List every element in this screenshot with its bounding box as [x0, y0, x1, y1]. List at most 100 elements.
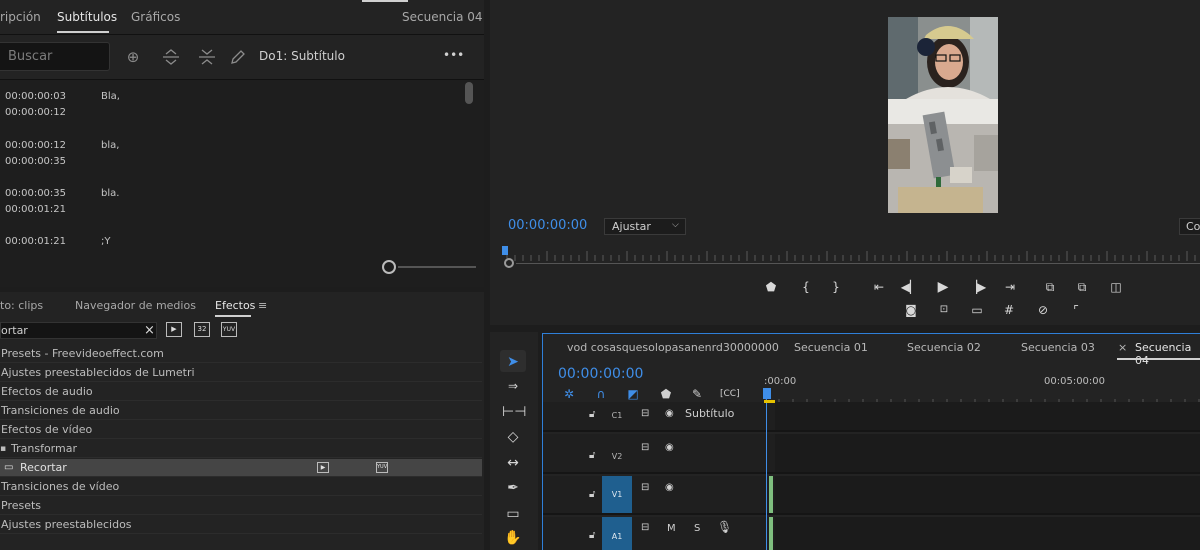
slip-tool-icon[interactable]: ↔ — [502, 453, 524, 473]
work-area-bar[interactable] — [764, 400, 775, 403]
proxy-toggle-icon[interactable]: ⌜ — [1066, 301, 1086, 319]
multi-camera-icon[interactable]: ⊘ — [1033, 301, 1053, 319]
step-back-icon[interactable]: ◀▏ — [900, 278, 920, 296]
effect-crop[interactable]: ▭ Recortar ▶ YUV — [0, 459, 482, 477]
timeline-playhead[interactable] — [766, 389, 767, 550]
tab-effects[interactable]: Efectos — [215, 299, 255, 312]
effects-folder-video-effects[interactable]: Efectos de vídeo — [0, 421, 482, 439]
monitor-zoom-handle[interactable] — [504, 258, 514, 268]
effects-folder-audio-effects[interactable]: Efectos de audio — [0, 383, 482, 401]
effects-folder-presets-default[interactable]: Ajustes preestablecidos — [0, 516, 482, 534]
tab-graphics[interactable]: Gráficos — [131, 10, 180, 24]
mark-in-icon[interactable]: { — [796, 278, 816, 296]
track-a1-lane[interactable] — [775, 517, 1200, 550]
toggle-output-icon[interactable]: ⊟ — [641, 441, 649, 455]
caption-text[interactable]: bla, — [101, 137, 119, 154]
32bit-effects-icon[interactable]: 32 — [194, 322, 210, 337]
captions-search-input[interactable]: Buscar — [0, 42, 110, 71]
yuv-effects-icon[interactable]: YUV — [221, 322, 237, 337]
clear-search-icon[interactable]: × — [144, 323, 155, 338]
lock-icon[interactable]: 🔓︎ — [589, 488, 595, 502]
solo-button[interactable]: S — [694, 522, 700, 536]
toggle-output-icon[interactable]: ⊟ — [641, 407, 649, 421]
lock-icon[interactable]: 🔓︎ — [589, 449, 595, 463]
eye-icon[interactable]: ◉ — [665, 407, 674, 421]
add-marker-timeline-icon[interactable]: ⬟ — [658, 386, 674, 402]
eye-icon[interactable]: ◉ — [665, 441, 674, 455]
linked-selection-icon[interactable]: ◩ — [625, 386, 641, 402]
toggle-sync-lock-icon[interactable]: ⊟ — [641, 521, 649, 535]
export-frame-icon[interactable]: ◙ — [901, 301, 921, 319]
tab-media-browser[interactable]: Navegador de medios — [75, 299, 196, 312]
monitor-scrub-bar[interactable] — [516, 263, 1200, 264]
add-marker-icon[interactable]: ⬟ — [761, 278, 781, 296]
effects-folder-lumetri-presets[interactable]: Ajustes preestablecidos de Lumetri — [0, 364, 482, 382]
step-forward-icon[interactable]: ▕▶ — [967, 278, 987, 296]
go-to-out-icon[interactable]: ⇥ — [1000, 278, 1020, 296]
timeline-timecode[interactable]: 00:00:00:00 — [558, 366, 643, 382]
toggle-output-icon[interactable]: ⊟ — [641, 481, 649, 495]
hand-tool-icon[interactable]: ✋ — [502, 528, 524, 548]
caption-text[interactable]: bla. — [101, 185, 119, 202]
accelerated-effects-icon[interactable]: ▶ — [166, 322, 182, 337]
timeline-ruler[interactable] — [764, 388, 1200, 403]
caption-list-scrollbar[interactable] — [465, 82, 473, 104]
tab-sequence-vod[interactable]: vod cosasquesolopasanenrd30000000 — [567, 341, 779, 354]
caption-row[interactable]: 00:00:00:12 00:00:00:35 bla, — [0, 137, 460, 185]
effects-folder-presets-freevideoeffect[interactable]: Presets - Freevideoeffect.com — [0, 345, 482, 363]
captions-display-icon[interactable]: [CC] — [720, 386, 740, 402]
track-c1-lane[interactable] — [775, 402, 1200, 430]
comparison-view-icon[interactable]: ◫ — [1106, 278, 1126, 296]
effects-search-input[interactable]: ortar — [0, 322, 157, 339]
caption-row[interactable]: 00:00:01:21 ;Y — [0, 233, 460, 281]
chevron-down-icon[interactable]: ⌵ — [672, 220, 679, 230]
track-v1-name[interactable]: V1 — [602, 476, 632, 513]
nest-sequence-icon[interactable]: ✲ — [561, 386, 577, 402]
monitor-playhead-marker[interactable] — [502, 246, 508, 255]
resolution-dropdown[interactable]: Co — [1179, 218, 1200, 235]
effects-folder-presets[interactable]: Presets — [0, 497, 482, 515]
track-a1-name[interactable]: A1 — [602, 517, 632, 550]
add-caption-icon[interactable]: ⊕ — [124, 48, 142, 66]
split-caption-icon[interactable] — [162, 48, 180, 66]
mute-button[interactable]: M — [667, 522, 676, 536]
lock-icon[interactable]: 🔓︎ — [589, 408, 595, 422]
go-to-in-icon[interactable]: ⇤ — [869, 278, 889, 296]
microphone-icon[interactable]: 🎙︎ — [717, 520, 732, 534]
ripple-edit-tool-icon[interactable]: ⊢⊣ — [502, 402, 526, 422]
caption-row[interactable]: 00:00:00:35 00:00:01:21 bla. — [0, 185, 460, 233]
tab-sequence-03[interactable]: Secuencia 03 — [1021, 341, 1095, 354]
vr-video-icon[interactable]: ⊡ — [934, 301, 954, 319]
audio-clip[interactable] — [769, 517, 773, 550]
video-clip[interactable] — [769, 476, 773, 513]
effects-folder-audio-transitions[interactable]: Transiciones de audio — [0, 402, 482, 420]
selection-tool-icon[interactable]: ➤ — [502, 352, 524, 372]
track-v2-lane[interactable] — [775, 434, 1200, 472]
rectangle-tool-icon[interactable]: ▭ — [502, 504, 524, 524]
effects-folder-transform[interactable]: ▪ Transformar — [0, 440, 482, 458]
grid-icon[interactable]: # — [999, 301, 1019, 319]
wrench-icon[interactable]: ✎ — [689, 386, 705, 402]
more-options-button[interactable]: ••• — [443, 48, 464, 62]
timeline-playhead-handle[interactable] — [763, 388, 771, 399]
pencil-icon[interactable] — [229, 48, 247, 66]
lock-icon[interactable]: 🔓︎ — [589, 529, 595, 543]
caption-row[interactable]: 00:00:00:03 00:00:00:12 Bla, — [0, 88, 460, 136]
lift-icon[interactable]: ⧉ — [1040, 278, 1060, 296]
tab-captions[interactable]: Subtítulos — [57, 10, 117, 24]
caption-zoom-slider-handle[interactable] — [382, 260, 396, 274]
track-v1-lane[interactable] — [775, 476, 1200, 513]
tab-sequence-04[interactable]: Secuencia 04 — [1135, 341, 1200, 367]
safe-margins-icon[interactable]: ▭ — [967, 301, 987, 319]
monitor-time-ruler[interactable] — [503, 246, 1200, 261]
extract-icon[interactable]: ⧉ — [1072, 278, 1092, 296]
caption-text[interactable]: ;Y — [101, 233, 110, 250]
tab-sequence-02[interactable]: Secuencia 02 — [907, 341, 981, 354]
caption-zoom-slider-track[interactable] — [398, 266, 476, 268]
effects-folder-video-transitions[interactable]: Transiciones de vídeo — [0, 478, 482, 496]
eye-icon[interactable]: ◉ — [665, 481, 674, 495]
tab-transcription[interactable]: ripción — [0, 10, 41, 24]
caption-text[interactable]: Bla, — [101, 88, 120, 105]
snap-icon[interactable]: ∩ — [593, 386, 609, 402]
track-select-tool-icon[interactable]: ⇒ — [502, 376, 524, 396]
